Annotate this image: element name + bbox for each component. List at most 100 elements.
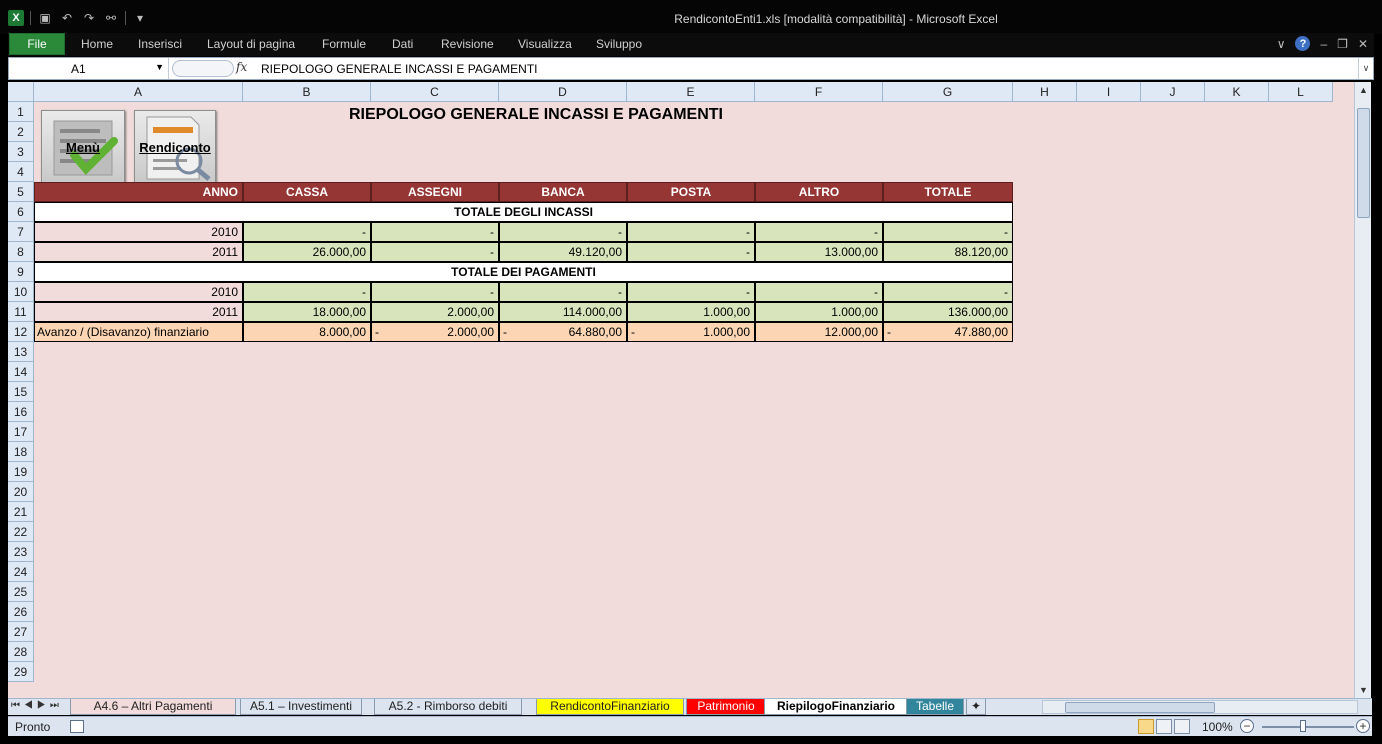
avanzo-cell[interactable]: 64.880,00- xyxy=(499,322,627,342)
row-header-16[interactable]: 16 xyxy=(8,402,34,422)
row-header-22[interactable]: 22 xyxy=(8,522,34,542)
column-header-c[interactable]: C xyxy=(371,82,499,102)
menu-button[interactable]: Menù xyxy=(41,110,125,184)
minimize-ribbon-icon[interactable]: ∨ xyxy=(1277,37,1286,51)
column-header-e[interactable]: E xyxy=(627,82,755,102)
table-cell[interactable]: 18.000,00 xyxy=(243,302,371,322)
insert-function-icon[interactable]: fx xyxy=(236,60,247,74)
table-cell[interactable]: 2010 xyxy=(34,222,243,242)
zoom-level[interactable]: 100% xyxy=(1202,720,1233,734)
table-cell[interactable]: - xyxy=(371,242,499,262)
scroll-up-icon[interactable]: ▲ xyxy=(1355,82,1372,98)
avanzo-cell[interactable]: 47.880,00- xyxy=(883,322,1013,342)
table-header-cell[interactable]: TOTALE xyxy=(883,182,1013,202)
zoom-slider-track[interactable] xyxy=(1262,726,1354,728)
name-box[interactable]: A1 ▼ xyxy=(9,58,169,79)
table-cell[interactable]: - xyxy=(627,242,755,262)
row-header-27[interactable]: 27 xyxy=(8,622,34,642)
table-cell[interactable]: - xyxy=(883,222,1013,242)
table-cell[interactable]: 88.120,00 xyxy=(883,242,1013,262)
expand-formula-icon[interactable]: ∨ xyxy=(1358,58,1373,79)
table-cell[interactable]: 26.000,00 xyxy=(243,242,371,262)
row-header-17[interactable]: 17 xyxy=(8,422,34,442)
row-header-6[interactable]: 6 xyxy=(8,202,34,222)
formula-resize-handle[interactable] xyxy=(172,60,234,77)
select-all-corner[interactable] xyxy=(8,82,34,102)
table-header-cell[interactable]: BANCA xyxy=(499,182,627,202)
row-header-11[interactable]: 11 xyxy=(8,302,34,322)
table-cell[interactable]: - xyxy=(371,222,499,242)
section-label-incassi[interactable]: TOTALE DEGLI INCASSI xyxy=(34,202,1013,222)
row-header-12[interactable]: 12 xyxy=(8,322,34,342)
chevron-down-icon[interactable]: ▼ xyxy=(155,62,164,72)
worksheet-grid[interactable]: ABCDEFGHIJKL 1 2 3 4 5 6 7 8 9 10 11 12 13 14 15 16 17 18… xyxy=(8,82,1354,698)
sheet-tab[interactable]: Patrimonio xyxy=(686,699,766,715)
close-icon[interactable]: ✕ xyxy=(1358,37,1368,51)
row-header-19[interactable]: 19 xyxy=(8,462,34,482)
avanzo-cell[interactable]: 2.000,00- xyxy=(371,322,499,342)
tab-developer[interactable]: Sviluppo xyxy=(596,37,642,51)
horizontal-scrollbar[interactable] xyxy=(1042,700,1358,714)
table-cell[interactable]: 49.120,00 xyxy=(499,242,627,262)
sheet-tab[interactable]: Tabelle xyxy=(906,699,964,715)
row-header-24[interactable]: 24 xyxy=(8,562,34,582)
sheet-tab[interactable]: A4.6 – Altri Pagamenti xyxy=(70,699,236,715)
table-header-cell[interactable]: ALTRO xyxy=(755,182,883,202)
table-cell[interactable]: 1.000,00 xyxy=(627,302,755,322)
row-header-14[interactable]: 14 xyxy=(8,362,34,382)
table-cell[interactable]: - xyxy=(243,222,371,242)
tab-insert[interactable]: Inserisci xyxy=(138,37,182,51)
row-header-8[interactable]: 8 xyxy=(8,242,34,262)
tab-view[interactable]: Visualizza xyxy=(518,37,572,51)
table-header-cell[interactable]: CASSA xyxy=(243,182,371,202)
tab-formulas[interactable]: Formule xyxy=(322,37,366,51)
column-header-f[interactable]: F xyxy=(755,82,883,102)
table-cell[interactable]: - xyxy=(243,282,371,302)
row-header-5[interactable]: 5 xyxy=(8,182,34,202)
table-cell[interactable]: - xyxy=(499,222,627,242)
table-header-cell[interactable]: ASSEGNI xyxy=(371,182,499,202)
page-break-view-icon[interactable] xyxy=(1174,719,1190,734)
column-header-i[interactable]: I xyxy=(1077,82,1141,102)
zoom-slider-handle[interactable] xyxy=(1300,720,1306,732)
new-sheet-icon[interactable]: ✦ xyxy=(966,699,986,715)
row-header-2[interactable]: 2 xyxy=(8,122,34,142)
row-header-20[interactable]: 20 xyxy=(8,482,34,502)
table-cell[interactable]: - xyxy=(627,282,755,302)
row-header-28[interactable]: 28 xyxy=(8,642,34,662)
tab-data[interactable]: Dati xyxy=(392,37,413,51)
vertical-scroll-thumb[interactable] xyxy=(1357,108,1370,218)
normal-view-icon[interactable] xyxy=(1138,719,1154,734)
column-header-h[interactable]: H xyxy=(1013,82,1077,102)
formula-input[interactable]: RIEPOLOGO GENERALE INCASSI E PAGAMENTI xyxy=(261,62,538,76)
row-header-21[interactable]: 21 xyxy=(8,502,34,522)
row-header-25[interactable]: 25 xyxy=(8,582,34,602)
row-header-3[interactable]: 3 xyxy=(8,142,34,162)
avanzo-cell[interactable]: 1.000,00- xyxy=(627,322,755,342)
tab-navigation-icons[interactable]: ⏮◀▶⏭ xyxy=(11,700,63,711)
table-cell[interactable]: - xyxy=(627,222,755,242)
column-header-b[interactable]: B xyxy=(243,82,371,102)
vertical-scrollbar[interactable]: ▲ ▼ xyxy=(1354,82,1371,698)
column-header-k[interactable]: K xyxy=(1205,82,1269,102)
row-header-1[interactable]: 1 xyxy=(8,102,34,122)
table-cell[interactable]: - xyxy=(755,282,883,302)
scroll-down-icon[interactable]: ▼ xyxy=(1355,682,1372,698)
row-header-26[interactable]: 26 xyxy=(8,602,34,622)
row-header-18[interactable]: 18 xyxy=(8,442,34,462)
column-header-d[interactable]: D xyxy=(499,82,627,102)
tab-page-layout[interactable]: Layout di pagina xyxy=(207,37,295,51)
rendiconto-button[interactable]: Rendiconto xyxy=(134,110,216,184)
table-cell[interactable]: - xyxy=(755,222,883,242)
table-cell[interactable]: 2.000,00 xyxy=(371,302,499,322)
row-header-29[interactable]: 29 xyxy=(8,662,34,682)
tab-home[interactable]: Home xyxy=(81,37,113,51)
minimize-icon[interactable]: – xyxy=(1320,37,1327,51)
avanzo-cell[interactable]: 12.000,00 xyxy=(755,322,883,342)
table-cell[interactable]: 13.000,00 xyxy=(755,242,883,262)
row-header-4[interactable]: 4 xyxy=(8,162,34,182)
section-label-pagamenti[interactable]: TOTALE DEI PAGAMENTI xyxy=(34,262,1013,282)
row-header-7[interactable]: 7 xyxy=(8,222,34,242)
table-header-cell[interactable]: ANNO xyxy=(34,182,243,202)
table-cell[interactable]: 2011 xyxy=(34,242,243,262)
